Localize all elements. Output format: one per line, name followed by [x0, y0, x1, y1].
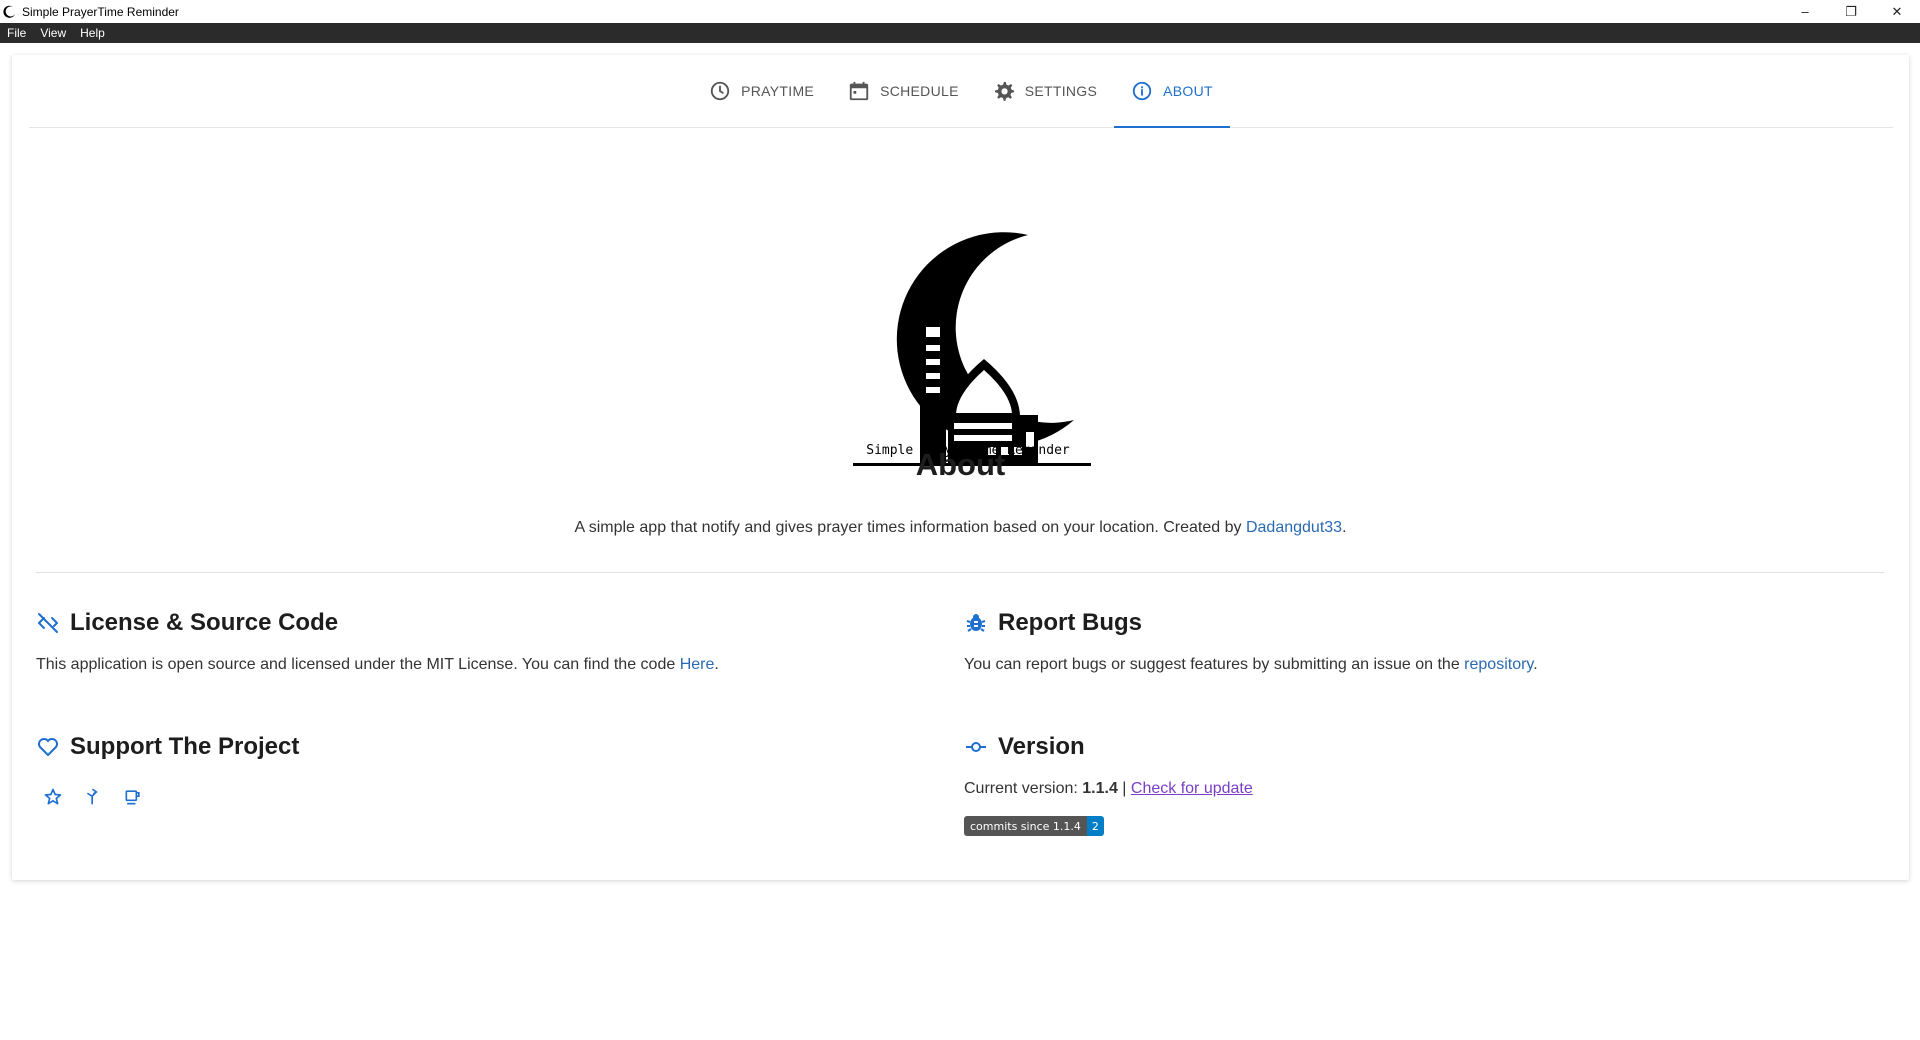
star-icon[interactable]	[42, 786, 64, 808]
info-icon	[1132, 81, 1152, 101]
calendar-icon	[849, 81, 869, 101]
support-section: Support The Project	[36, 732, 299, 808]
tab-praytime[interactable]: PRAYTIME	[692, 55, 831, 127]
bugs-title: Report Bugs	[998, 609, 1142, 636]
tab-label: SCHEDULE	[880, 83, 959, 99]
menu-bar: File View Help	[0, 23, 1920, 43]
tab-label: ABOUT	[1163, 83, 1213, 99]
about-desc-suffix: .	[1342, 519, 1347, 536]
window-controls: – ❐ ✕	[1782, 0, 1920, 23]
about-description: A simple app that notify and gives praye…	[12, 519, 1909, 537]
check-update-link[interactable]: Check for update	[1131, 780, 1253, 797]
section-divider	[36, 572, 1884, 573]
repository-link[interactable]: repository	[1464, 656, 1533, 673]
tab-settings[interactable]: SETTINGS	[976, 55, 1114, 127]
restore-button[interactable]: ❐	[1828, 0, 1874, 23]
version-label: Current version:	[964, 780, 1083, 797]
coffee-icon[interactable]	[122, 786, 144, 808]
close-button[interactable]: ✕	[1874, 0, 1920, 23]
commits-badge[interactable]: commits since 1.1.4 2	[964, 816, 1104, 836]
app-icon	[2, 4, 18, 20]
version-number: 1.1.4	[1082, 780, 1118, 797]
code-off-icon	[37, 613, 59, 633]
about-title: About	[915, 447, 1006, 482]
support-icons	[36, 786, 299, 808]
fork-icon[interactable]	[82, 786, 104, 808]
license-text: This application is open source and lice…	[36, 656, 719, 674]
tab-bar: PRAYTIME SCHEDULE SETTINGS ABOUT	[29, 55, 1893, 128]
version-text: Current version: 1.1.4 | Check for updat…	[964, 780, 1253, 798]
about-desc-text: A simple app that notify and gives praye…	[574, 519, 1246, 536]
main-card: PRAYTIME SCHEDULE SETTINGS ABOUT Simple …	[12, 55, 1909, 880]
license-title: License & Source Code	[70, 609, 339, 636]
support-title: Support The Project	[70, 733, 300, 760]
bug-icon	[966, 614, 986, 632]
source-code-link[interactable]: Here	[680, 656, 715, 673]
window-title: Simple PrayerTime Reminder	[22, 4, 179, 19]
author-link[interactable]: Dadangdut33	[1246, 519, 1342, 536]
bugs-text-body: You can report bugs or suggest features …	[964, 656, 1465, 673]
license-text-body: This application is open source and lice…	[36, 656, 680, 673]
version-separator: |	[1117, 780, 1131, 797]
tab-label: PRAYTIME	[741, 83, 815, 99]
bugs-text-suffix: .	[1533, 656, 1538, 673]
commit-icon	[966, 742, 986, 752]
tab-about[interactable]: ABOUT	[1114, 55, 1230, 128]
menu-help[interactable]: Help	[73, 26, 112, 40]
title-bar: Simple PrayerTime Reminder – ❐ ✕	[0, 0, 1920, 23]
gear-icon	[994, 81, 1014, 101]
heart-icon	[38, 738, 58, 756]
version-section: Version Current version: 1.1.4 | Check f…	[964, 732, 1253, 836]
tab-label: SETTINGS	[1024, 83, 1098, 99]
bugs-text: You can report bugs or suggest features …	[964, 656, 1538, 674]
license-text-suffix: .	[714, 656, 719, 673]
clock-icon	[710, 81, 730, 101]
version-title: Version	[998, 733, 1085, 760]
license-section: License & Source Code This application i…	[36, 608, 719, 674]
badge-label: commits since 1.1.4	[964, 816, 1087, 836]
tab-schedule[interactable]: SCHEDULE	[831, 55, 976, 127]
app-logo: Simple PrayerTime Reminder	[838, 167, 1098, 472]
badge-count: 2	[1086, 816, 1104, 836]
menu-file[interactable]: File	[0, 26, 33, 40]
minimize-button[interactable]: –	[1782, 0, 1828, 23]
bugs-section: Report Bugs You can report bugs or sugge…	[964, 608, 1538, 674]
menu-view[interactable]: View	[33, 26, 73, 40]
